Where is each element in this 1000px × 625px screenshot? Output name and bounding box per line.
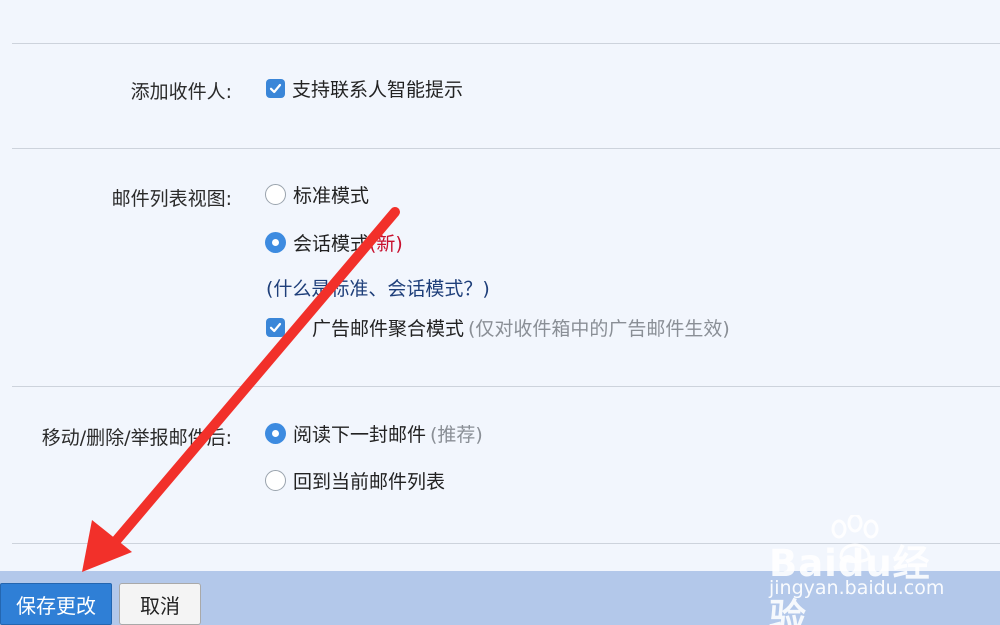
read-next-option[interactable]: 阅读下一封邮件 (推荐) [265,420,483,447]
baidu-watermark: Baidu经验 jingyan.baidu.com [765,515,965,625]
checkbox-checked-icon[interactable] [266,318,285,337]
ad-aggregate-option[interactable]: 广告邮件聚合模式 (仅对收件箱中的广告邮件生效) [266,314,730,341]
conversation-mode-option[interactable]: 会话模式 (新) [265,229,403,256]
back-to-list-text: 回到当前邮件列表 [293,471,446,493]
smart-suggest-text: 支持联系人智能提示 [292,79,464,101]
radio-unselected-icon[interactable] [265,470,286,491]
standard-mode-option[interactable]: 标准模式 [265,181,369,208]
conversation-mode-text: 会话模式 [293,233,370,255]
after-action-label: 移动/删除/举报邮件后: [41,427,232,449]
cancel-button[interactable]: 取消 [119,583,201,625]
save-button[interactable]: 保存更改 [0,583,112,625]
standard-mode-text: 标准模式 [293,185,370,207]
radio-selected-icon[interactable] [265,423,286,444]
divider-top [12,43,1000,44]
smart-suggest-option[interactable]: 支持联系人智能提示 [266,75,463,102]
radio-selected-icon[interactable] [265,232,286,253]
divider-2 [12,386,1000,387]
divider-1 [12,148,1000,149]
ad-aggregate-note: (仅对收件箱中的广告邮件生效) [468,318,730,340]
mode-help-link[interactable]: (什么是标准、会话模式？) [266,274,490,301]
read-next-text: 阅读下一封邮件 [293,424,427,446]
ad-aggregate-text: 广告邮件聚合模式 [312,318,465,340]
list-view-label: 邮件列表视图: [111,188,232,210]
new-tag: (新) [369,233,403,255]
radio-unselected-icon[interactable] [265,184,286,205]
checkbox-checked-icon[interactable] [266,79,285,98]
add-recipient-label: 添加收件人: [130,81,232,103]
watermark-url: jingyan.baidu.com [769,577,945,599]
back-to-list-option[interactable]: 回到当前邮件列表 [265,467,445,494]
recommended-tag: (推荐) [430,424,483,446]
